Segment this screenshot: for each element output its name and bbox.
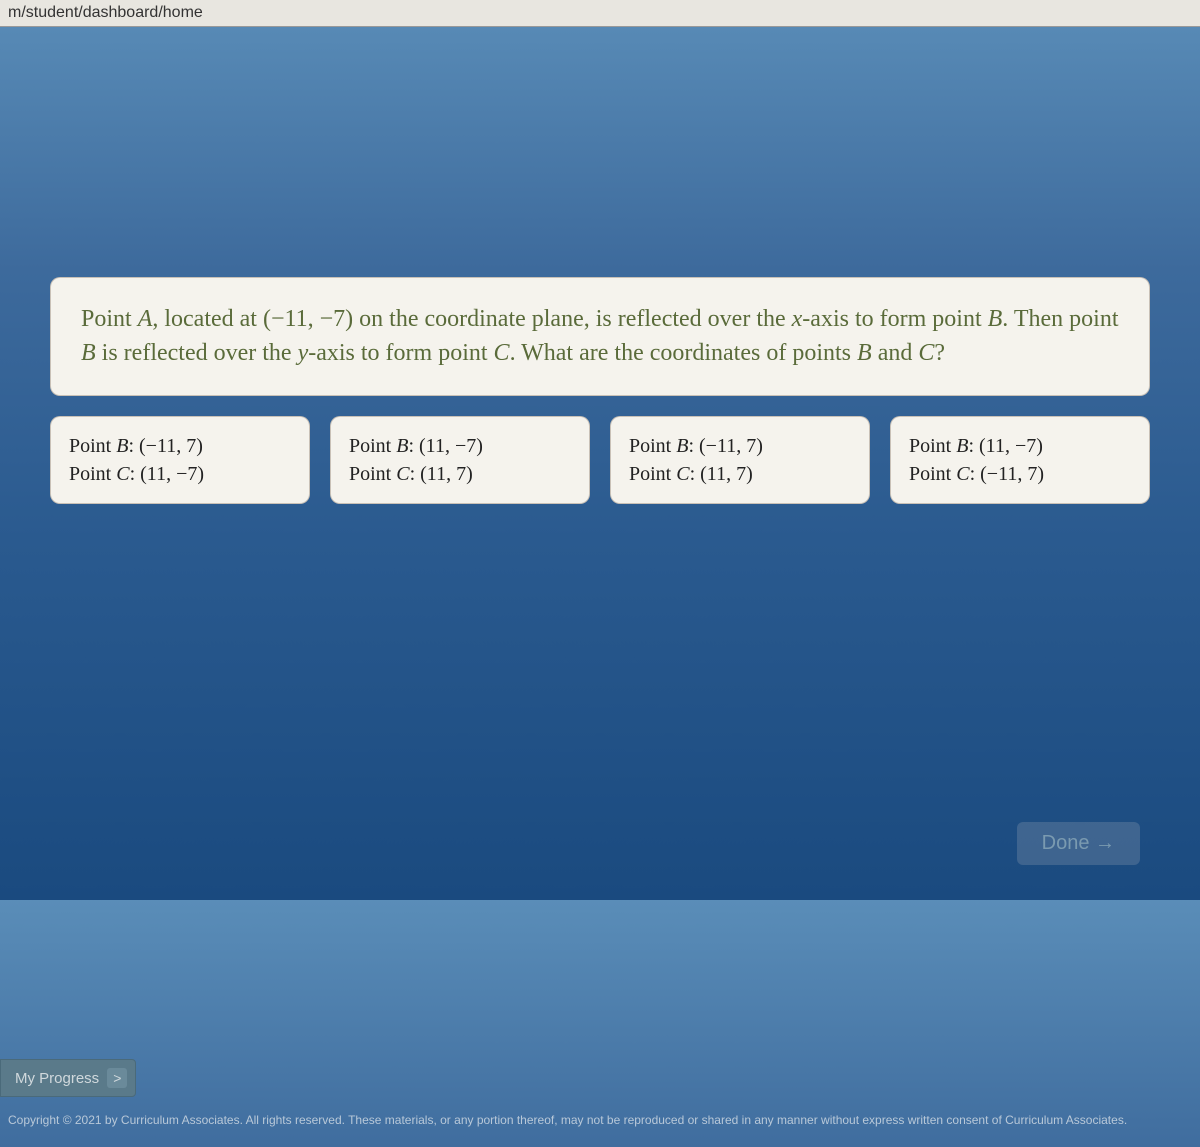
option-line-b: Point B: (−11, 7) xyxy=(69,432,291,460)
progress-label: My Progress xyxy=(15,1070,99,1087)
option-line-b: Point B: (11, −7) xyxy=(349,432,571,460)
answer-options: Point B: (−11, 7) Point C: (11, −7) Poin… xyxy=(50,416,1150,504)
url-text: m/student/dashboard/home xyxy=(8,4,203,21)
option-line-c: Point C: (11, 7) xyxy=(629,460,851,488)
question-text: Point A, located at (−11, −7) on the coo… xyxy=(81,306,1119,366)
option-4[interactable]: Point B: (11, −7) Point C: (−11, 7) xyxy=(890,416,1150,504)
option-2[interactable]: Point B: (11, −7) Point C: (11, 7) xyxy=(330,416,590,504)
option-line-c: Point C: (11, 7) xyxy=(349,460,571,488)
url-bar: m/student/dashboard/home xyxy=(0,0,1200,27)
option-3[interactable]: Point B: (−11, 7) Point C: (11, 7) xyxy=(610,416,870,504)
my-progress-button[interactable]: My Progress > xyxy=(0,1059,136,1097)
option-line-b: Point B: (11, −7) xyxy=(909,432,1131,460)
option-line-c: Point C: (−11, 7) xyxy=(909,460,1131,488)
copyright-text: Copyright © 2021 by Curriculum Associate… xyxy=(0,1113,1200,1127)
option-1[interactable]: Point B: (−11, 7) Point C: (11, −7) xyxy=(50,416,310,504)
question-card: Point A, located at (−11, −7) on the coo… xyxy=(50,277,1150,396)
content-area: Point A, located at (−11, −7) on the coo… xyxy=(0,277,1200,1147)
done-label: Done xyxy=(1042,832,1090,854)
option-line-b: Point B: (−11, 7) xyxy=(629,432,851,460)
chevron-right-icon: > xyxy=(107,1068,127,1088)
done-button[interactable]: Done xyxy=(1017,822,1140,865)
option-line-c: Point C: (11, −7) xyxy=(69,460,291,488)
